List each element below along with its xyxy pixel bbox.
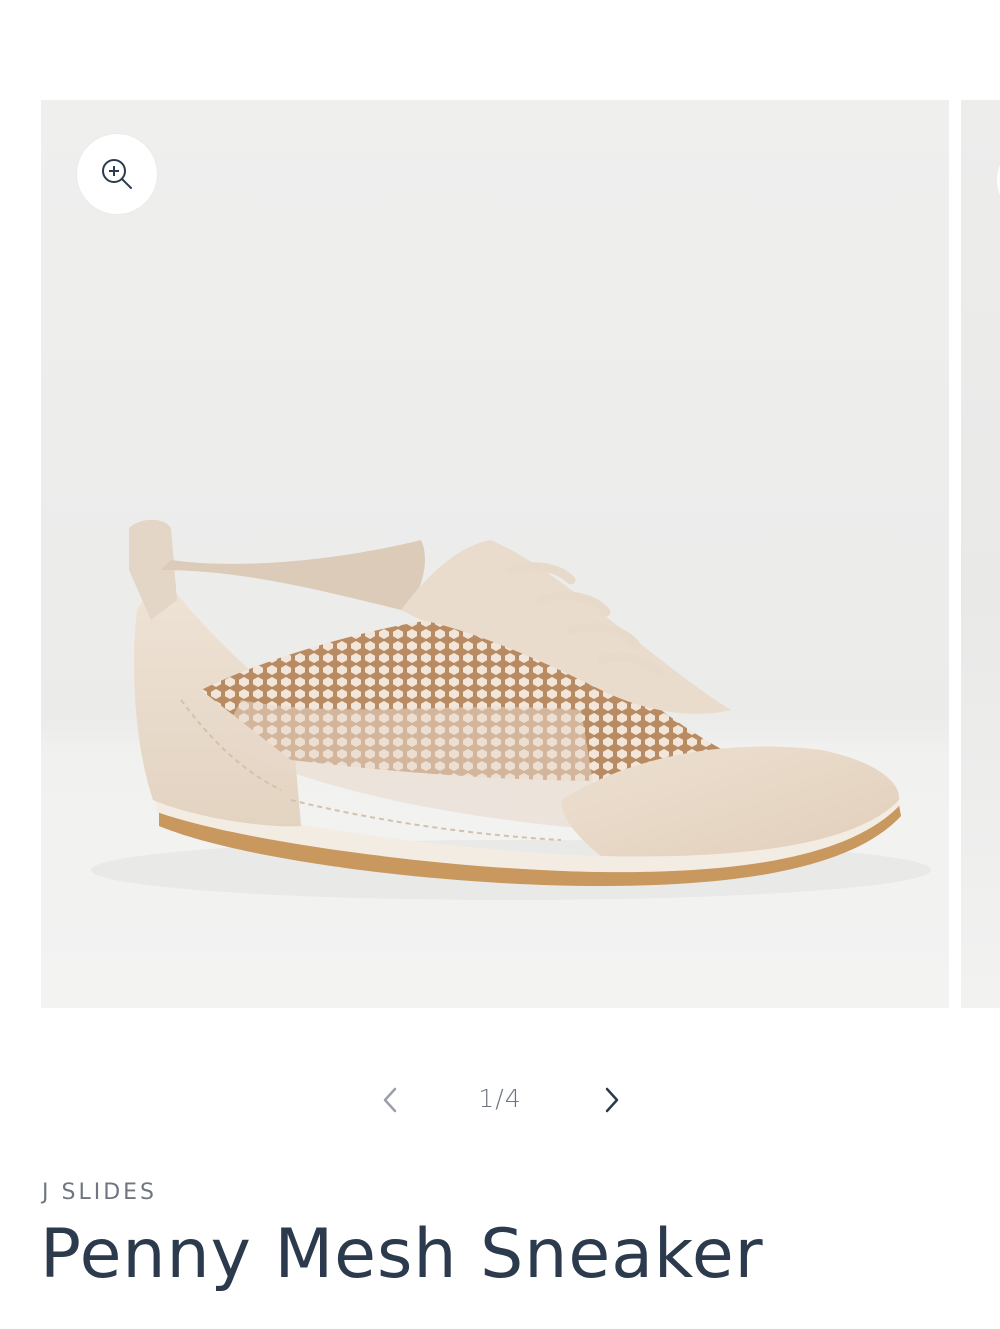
next-slide-button[interactable] — [592, 1080, 632, 1120]
zoom-button[interactable] — [77, 134, 157, 214]
chevron-right-icon — [605, 1087, 619, 1113]
product-title: Penny Mesh Sneaker — [40, 1215, 764, 1294]
next-product-image-peek[interactable] — [961, 100, 1000, 1008]
product-gallery[interactable] — [0, 100, 1000, 1008]
slide-counter: 1/4 — [478, 1084, 522, 1113]
gallery-pager: 1/4 — [0, 1070, 1000, 1130]
zoom-in-icon — [102, 159, 132, 189]
product-image — [91, 519, 931, 900]
product-vendor: J SLIDES — [42, 1180, 157, 1205]
chevron-left-icon — [383, 1087, 397, 1113]
product-page: 1/4 J SLIDES Penny Mesh Sneaker — [0, 0, 1000, 1329]
product-image-slide[interactable] — [41, 100, 949, 1008]
previous-slide-button[interactable] — [370, 1080, 410, 1120]
